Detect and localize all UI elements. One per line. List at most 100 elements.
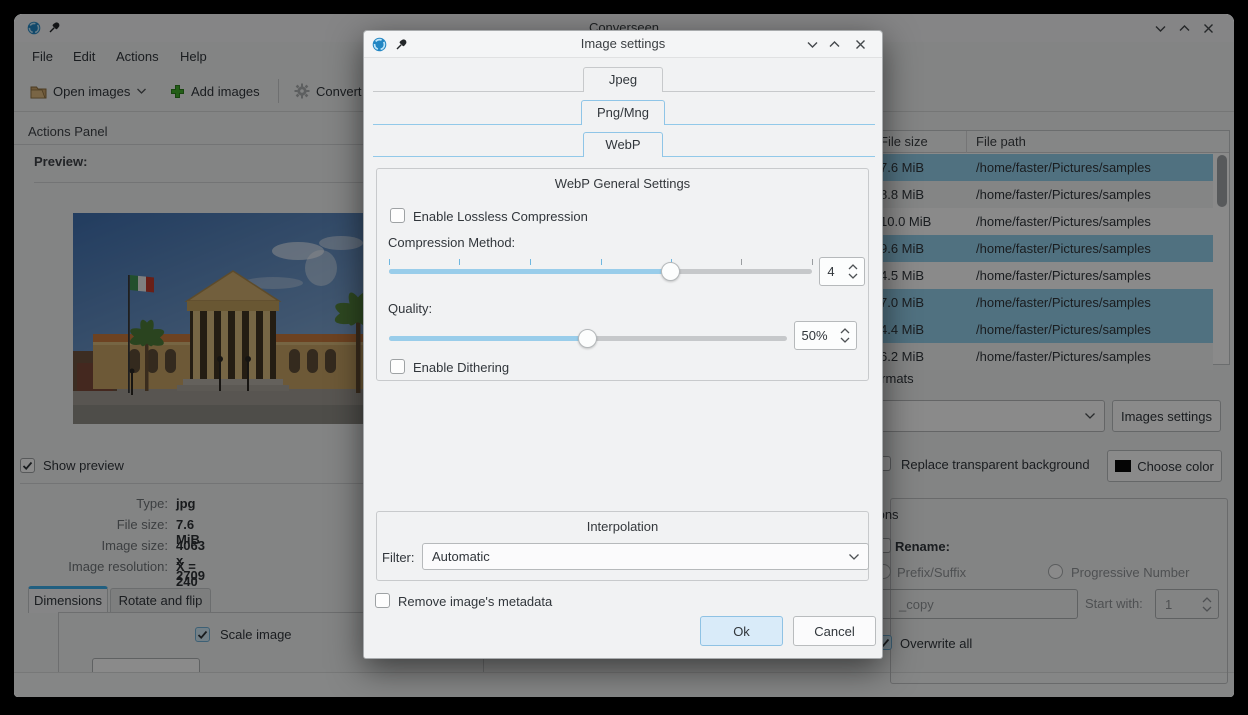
convert-button[interactable]: Convert — [288, 77, 368, 105]
image-settings-dialog: Image settings Jpeg Png/Mng WebP WebP Ge… — [363, 30, 883, 659]
show-preview-checkbox[interactable] — [20, 458, 35, 473]
menu-actions[interactable]: Actions — [110, 47, 165, 66]
rename-input[interactable]: _copy — [877, 589, 1078, 619]
scrollbar-thumb[interactable] — [1217, 155, 1227, 207]
dithering-checkbox[interactable] — [390, 359, 405, 374]
tab-row-webp: WebP — [364, 132, 884, 157]
add-images-label: Add images — [191, 84, 260, 99]
file-size-cell: 8.8 MiB — [880, 181, 924, 208]
file-path-cell: /home/faster/Pictures/samples — [976, 235, 1151, 262]
compression-method-label: Compression Method: — [388, 235, 515, 250]
remove-metadata-checkbox[interactable] — [375, 593, 390, 608]
plus-icon — [170, 84, 185, 99]
progressive-number-radio[interactable] — [1048, 564, 1063, 579]
spinner-arrows[interactable] — [1202, 590, 1212, 618]
cancel-button[interactable]: Cancel — [793, 616, 876, 646]
show-preview-label: Show preview — [43, 458, 124, 473]
rename-label: Rename: — [895, 539, 950, 554]
webp-settings-group: WebP General Settings Enable Lossless Co… — [376, 168, 869, 381]
menu-file[interactable]: File — [26, 47, 59, 66]
minimize-icon[interactable] — [806, 38, 820, 52]
file-size-cell: 7.0 MiB — [880, 289, 924, 316]
file-path-cell: /home/faster/Pictures/samples — [976, 154, 1151, 181]
interpolation-group-title: Interpolation — [377, 519, 868, 534]
file-path-cell: /home/faster/Pictures/samples — [976, 181, 1151, 208]
tab-row-jpeg: Jpeg — [364, 67, 884, 92]
quality-slider[interactable] — [389, 336, 787, 341]
spinner-arrows[interactable] — [848, 258, 858, 285]
tab-rotate-and-flip[interactable]: Rotate and flip — [110, 588, 211, 615]
info-type-value: jpg — [176, 496, 196, 511]
color-swatch — [1115, 460, 1131, 472]
close-icon[interactable] — [854, 38, 868, 52]
spinner-arrows[interactable] — [840, 322, 850, 349]
compression-slider-handle[interactable] — [661, 262, 680, 281]
gear-icon — [294, 83, 310, 99]
overwrite-all-label: Overwrite all — [900, 636, 972, 651]
start-with-spinner[interactable]: 1 — [1155, 589, 1219, 619]
chevron-down-icon — [1084, 412, 1096, 420]
file-size-cell: 9.6 MiB — [880, 235, 924, 262]
compression-slider[interactable] — [389, 269, 812, 274]
file-size-cell: 4.5 MiB — [880, 262, 924, 289]
webp-group-title: WebP General Settings — [377, 176, 868, 191]
chevron-down-icon — [136, 87, 147, 95]
lossless-compression-checkbox[interactable] — [390, 208, 405, 223]
maximize-icon[interactable] — [828, 38, 842, 52]
remove-metadata-label: Remove image's metadata — [398, 594, 552, 609]
choose-color-button[interactable]: Choose color — [1107, 450, 1222, 482]
column-file-size[interactable]: File size — [880, 134, 928, 149]
replace-transparent-label: Replace transparent background — [901, 457, 1090, 472]
toolbar-separator — [278, 79, 279, 103]
dialog-title: Image settings — [364, 36, 882, 51]
convert-label: Convert — [316, 84, 362, 99]
start-with-label: Start with: — [1085, 596, 1143, 611]
column-file-path[interactable]: File path — [976, 134, 1026, 149]
filter-value: Automatic — [432, 549, 490, 564]
quality-spinbox[interactable]: 50% — [794, 321, 857, 350]
file-path-cell: /home/faster/Pictures/samples — [976, 343, 1151, 370]
file-size-cell: 6.2 MiB — [880, 343, 924, 370]
compression-spinbox[interactable]: 4 — [819, 257, 865, 286]
preview-image — [73, 213, 391, 424]
dialog-titlebar[interactable]: Image settings — [364, 31, 882, 58]
file-path-cell: /home/faster/Pictures/samples — [976, 289, 1151, 316]
file-list-scrollbar[interactable] — [1217, 155, 1227, 362]
open-folder-icon — [30, 84, 47, 99]
ok-button[interactable]: Ok — [700, 616, 783, 646]
quality-label: Quality: — [388, 301, 432, 316]
add-images-button[interactable]: Add images — [164, 77, 266, 105]
filter-label: Filter: — [382, 550, 415, 565]
minimize-icon[interactable] — [1154, 22, 1168, 36]
tab-row-png: Png/Mng — [364, 100, 884, 125]
tab-dimensions[interactable]: Dimensions — [28, 586, 108, 613]
scale-image-checkbox[interactable] — [195, 627, 210, 642]
tab-jpeg[interactable]: Jpeg — [583, 67, 663, 92]
scale-image-label: Scale image — [220, 627, 292, 642]
menu-help[interactable]: Help — [174, 47, 213, 66]
close-icon[interactable] — [1202, 22, 1216, 36]
open-images-button[interactable]: Open images — [24, 77, 153, 105]
dithering-label: Enable Dithering — [413, 360, 509, 375]
file-size-cell: 4.4 MiB — [880, 316, 924, 343]
file-path-cell: /home/faster/Pictures/samples — [976, 208, 1151, 235]
maximize-icon[interactable] — [1178, 22, 1192, 36]
file-size-cell: 7.6 MiB — [880, 154, 924, 181]
file-path-cell: /home/faster/Pictures/samples — [976, 316, 1151, 343]
progressive-number-label: Progressive Number — [1071, 565, 1190, 580]
file-size-cell: 10.0 MiB — [880, 208, 931, 235]
chevron-down-icon — [848, 553, 860, 561]
filter-combobox[interactable]: Automatic — [422, 543, 869, 570]
open-images-label: Open images — [53, 84, 130, 99]
quality-slider-handle[interactable] — [578, 329, 597, 348]
menu-edit[interactable]: Edit — [67, 47, 101, 66]
preview-label: Preview: — [34, 154, 87, 169]
images-settings-button[interactable]: Images settings — [1112, 400, 1221, 432]
prefix-suffix-label: Prefix/Suffix — [897, 565, 966, 580]
actions-panel-header: Actions Panel — [28, 124, 108, 139]
interpolation-group: Interpolation Filter: Automatic — [376, 511, 869, 581]
lossless-compression-label: Enable Lossless Compression — [413, 209, 588, 224]
tab-webp[interactable]: WebP — [583, 132, 663, 157]
file-path-cell: /home/faster/Pictures/samples — [976, 262, 1151, 289]
tab-png-mng[interactable]: Png/Mng — [581, 100, 665, 125]
